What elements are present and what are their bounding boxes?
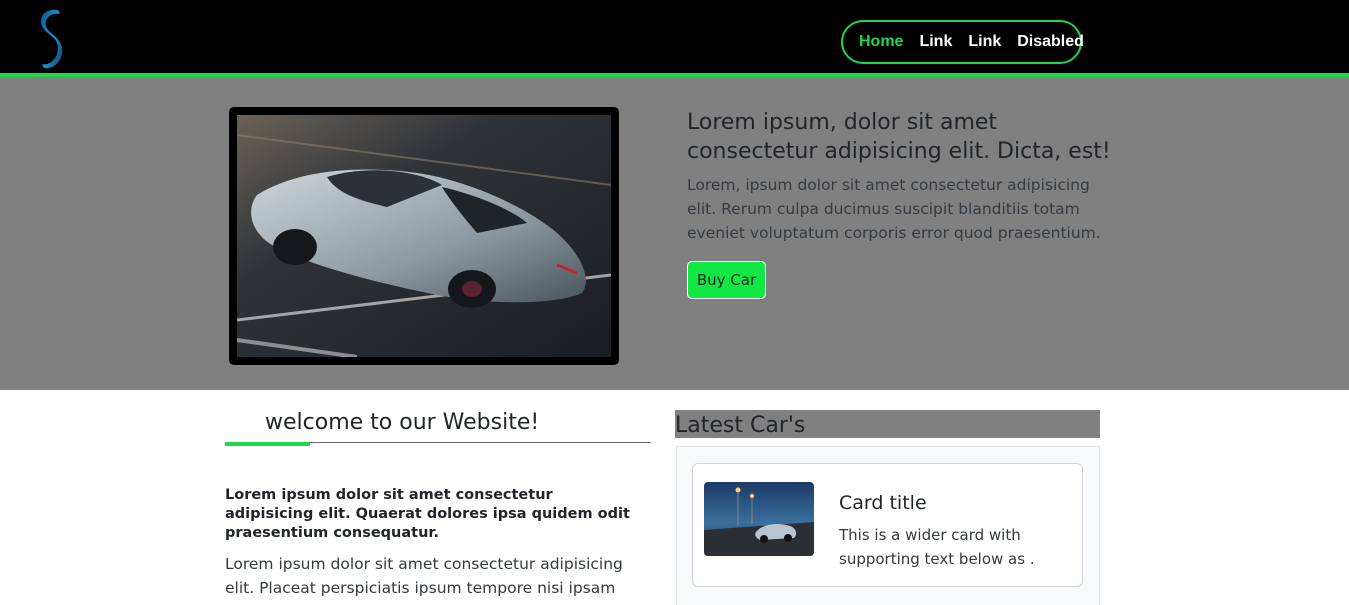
welcome-accent-bar	[225, 442, 310, 446]
nav-link-1[interactable]: Link	[911, 33, 960, 51]
card-car-image	[704, 482, 814, 556]
card-title: Card title	[839, 492, 927, 514]
welcome-body-text: Lorem ipsum dolor sit amet consectetur a…	[225, 555, 623, 605]
car-card-image	[704, 482, 814, 556]
hero-car-image	[237, 115, 611, 357]
nav-pill: Home Link Link Disabled	[841, 20, 1084, 64]
s-logo-icon	[40, 9, 63, 69]
hero-title: Lorem ipsum, dolor sit amet consectetur …	[687, 110, 1111, 164]
hero-section: Lorem ipsum, dolor sit amet consectetur …	[0, 77, 1349, 390]
buy-car-button[interactable]: Buy Car	[687, 261, 766, 299]
navbar: Home Link Link Disabled	[0, 0, 1349, 77]
brand-logo[interactable]	[34, 4, 66, 70]
welcome-lead-text: Lorem ipsum dolor sit amet consectetur a…	[225, 487, 630, 541]
welcome-title: welcome to our Website!	[265, 410, 540, 435]
nav-link-home[interactable]: Home	[851, 33, 911, 51]
nav-link-2[interactable]: Link	[960, 33, 1009, 51]
hero-text: Lorem, ipsum dolor sit amet consectetur …	[687, 176, 1101, 242]
nav-link-disabled: Disabled	[1017, 33, 1084, 50]
card-text: This is a wider card with supporting tex…	[839, 526, 1035, 568]
latest-cars-title: Latest Car's	[675, 410, 1100, 438]
hero-image-frame	[229, 107, 619, 365]
